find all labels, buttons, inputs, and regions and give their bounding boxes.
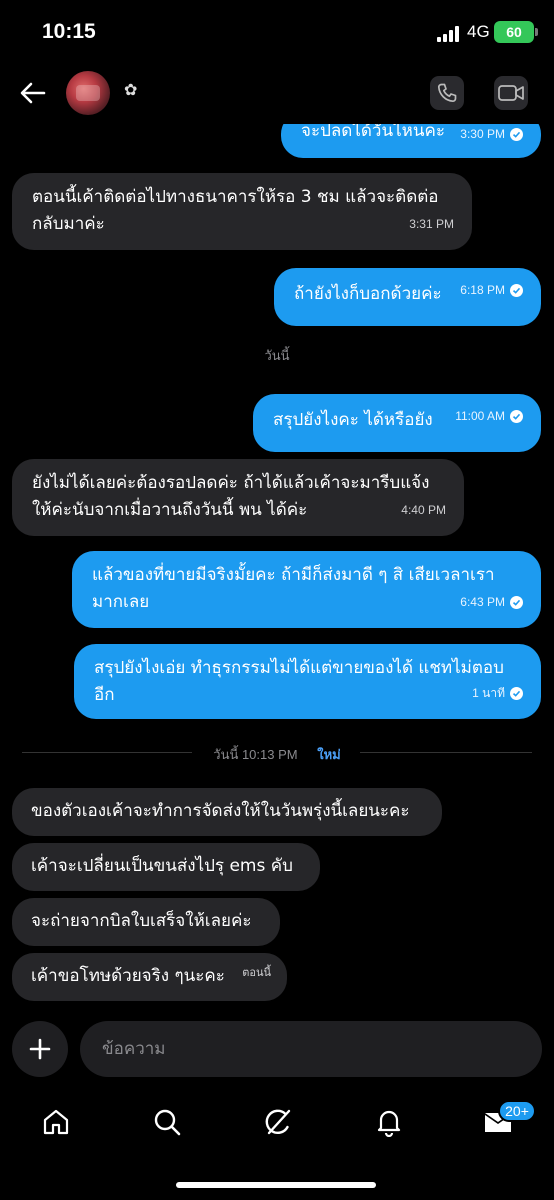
message-time: 1 นาที	[472, 686, 505, 700]
tab-search[interactable]	[147, 1102, 187, 1142]
battery-level: 60	[506, 24, 522, 40]
read-check-icon	[510, 284, 523, 297]
slash-circle-icon	[265, 1109, 291, 1135]
read-check-icon	[510, 128, 523, 141]
divider-time: วันนี้ 10:13 PM	[205, 747, 306, 762]
message-bubble-incoming[interactable]: เค้าจะเปลี่ยนเป็นขนส่งไปรุ ems คับ	[12, 843, 320, 891]
message-text: จะถ่ายจากบิลใบเสร็จให้เลยค่ะ	[31, 911, 252, 931]
message-text: สรุปยังไงเอ่ย ทำธุรกรรมไม่ได้แต่ขายของได…	[94, 658, 504, 705]
tab-notifications[interactable]	[369, 1102, 409, 1142]
phone-icon	[437, 83, 457, 103]
read-check-icon	[510, 410, 523, 423]
divider-label-text: วันนี้ 10:13 PM ใหม่	[197, 747, 357, 762]
battery-tip	[535, 28, 538, 36]
new-messages-divider: วันนี้ 10:13 PM ใหม่	[22, 742, 532, 762]
call-button[interactable]	[430, 76, 464, 110]
search-icon	[154, 1109, 181, 1136]
contact-name[interactable]: ✿	[124, 80, 137, 99]
message-text: ของตัวเองเค้าจะทำการจัดส่งให้ในวันพรุ่งน…	[31, 801, 410, 821]
message-time: 4:40 PM	[401, 503, 446, 517]
message-meta: 4:40 PM	[401, 497, 446, 524]
message-text: ตอนนี้เค้าติดต่อไปทางธนาคารให้รอ 3 ชม แล…	[32, 187, 439, 234]
message-time: 11:00 AM	[455, 409, 505, 423]
message-meta: 3:31 PM	[409, 211, 454, 238]
network-type: 4G	[467, 22, 490, 41]
video-icon	[498, 85, 524, 101]
message-bubble-incoming[interactable]: ตอนนี้เค้าติดต่อไปทางธนาคารให้รอ 3 ชม แล…	[12, 173, 472, 250]
message-bubble-incoming[interactable]: ของตัวเองเค้าจะทำการจัดส่งให้ในวันพรุ่งน…	[12, 788, 442, 836]
home-icon	[43, 1109, 69, 1135]
message-time: 3:30 PM	[460, 127, 505, 141]
message-time: 6:43 PM	[460, 595, 505, 609]
message-meta: 3:30 PM	[460, 121, 523, 148]
message-input[interactable]	[80, 1021, 542, 1077]
video-call-button[interactable]	[494, 76, 528, 110]
read-check-icon	[510, 687, 523, 700]
message-meta: ตอนนี้	[242, 960, 271, 987]
message-time: 3:31 PM	[409, 217, 454, 231]
message-time: 6:18 PM	[460, 283, 505, 297]
plus-icon	[29, 1038, 51, 1060]
message-bubble-incoming[interactable]: จะถ่ายจากบิลใบเสร็จให้เลยค่ะ	[12, 898, 280, 946]
tab-grok[interactable]	[258, 1102, 298, 1142]
new-tag: ใหม่	[309, 747, 349, 762]
message-meta: 11:00 AM	[455, 403, 523, 430]
status-bar: 10:15 4G 60	[0, 0, 554, 64]
message-bubble-incoming[interactable]: ยังไม่ได้เลยค่ะต้องรอปลดค่ะ ถ้าได้แล้วเค…	[12, 459, 464, 536]
add-attachment-button[interactable]	[12, 1021, 68, 1077]
back-arrow-icon[interactable]	[18, 78, 48, 108]
read-check-icon	[510, 596, 523, 609]
messages-badge: 20+	[498, 1100, 536, 1122]
message-text: ยังไม่ได้เลยค่ะต้องรอปลดค่ะ ถ้าได้แล้วเค…	[32, 473, 430, 520]
status-time: 10:15	[42, 20, 96, 43]
message-bubble-incoming[interactable]: เค้าขอโทษด้วยจริง ๆนะคะ ตอนนี้	[12, 953, 287, 1001]
chat-header: ✿	[0, 64, 554, 124]
message-bubble-outgoing[interactable]: ถ้ายังไงก็บอกด้วยค่ะ 6:18 PM	[274, 268, 541, 326]
message-text: เค้าขอโทษด้วยจริง ๆนะคะ	[31, 966, 225, 986]
battery-icon: 60	[494, 21, 534, 43]
message-bubble-outgoing[interactable]: แล้วของที่ขายมีจริงมั้ยคะ ถ้ามีก็ส่งมาดี…	[72, 551, 541, 628]
message-bubble-outgoing[interactable]: สรุปยังไงเอ่ย ทำธุรกรรมไม่ได้แต่ขายของได…	[74, 644, 541, 719]
message-time: ตอนนี้	[242, 967, 271, 979]
avatar[interactable]	[66, 71, 110, 115]
message-meta: 1 นาที	[472, 680, 523, 707]
message-meta: 6:43 PM	[460, 589, 523, 616]
message-meta: 6:18 PM	[460, 277, 523, 304]
signal-icon	[437, 26, 459, 42]
tab-home[interactable]	[36, 1102, 76, 1142]
home-indicator	[176, 1182, 376, 1188]
message-bubble-outgoing[interactable]: สรุปยังไงคะ ได้หรือยัง 11:00 AM	[253, 394, 541, 452]
divider-label: วันนี้ 10:13 PM ใหม่	[22, 744, 532, 765]
day-divider: วันนี้	[264, 348, 290, 363]
message-text: แล้วของที่ขายมีจริงมั้ยคะ ถ้ามีก็ส่งมาดี…	[92, 565, 495, 612]
bell-icon	[377, 1110, 401, 1137]
message-text: เค้าจะเปลี่ยนเป็นขนส่งไปรุ ems คับ	[31, 856, 293, 876]
